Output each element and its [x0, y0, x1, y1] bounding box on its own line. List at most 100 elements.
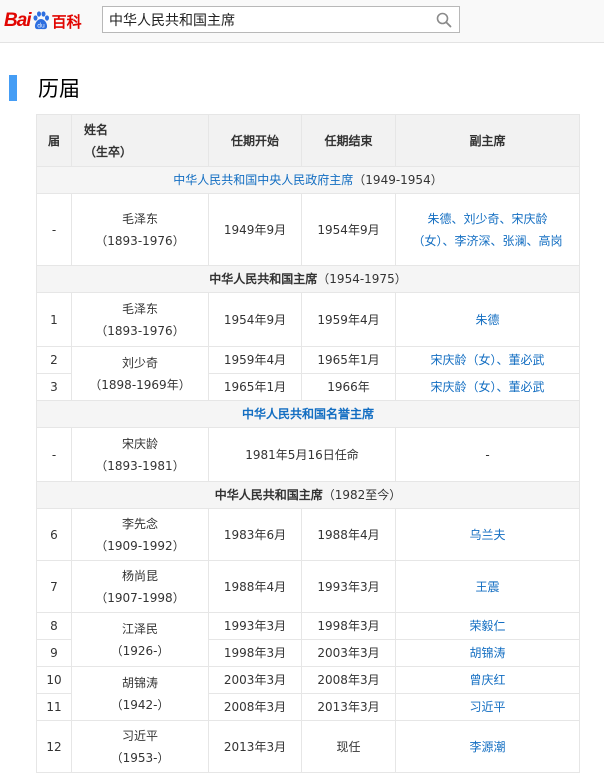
header-end: 任期结束	[301, 114, 396, 167]
baidu-baike-logo[interactable]: Bai du 百科	[4, 8, 82, 34]
term-cell: 11	[36, 693, 72, 721]
end-cell: 1993年3月	[301, 560, 396, 613]
president-name-link[interactable]: 毛泽东	[76, 298, 204, 320]
vice-cell[interactable]: 宋庆龄（女）、董必武	[395, 373, 580, 401]
name-cell: 江泽民 （1926-）	[71, 612, 209, 667]
name-cell: 刘少奇 （1898-1969年）	[71, 346, 209, 401]
end-cell: 1998年3月	[301, 612, 396, 640]
term-cell: 9	[36, 639, 72, 667]
president-name-link[interactable]: 杨尚昆	[76, 565, 204, 587]
vice-cell[interactable]: 宋庆龄（女）、董必武	[395, 346, 580, 374]
table-row: 12 习近平 （1953-） 2013年3月 现任 李源潮	[36, 720, 580, 773]
name-cell: 毛泽东 （1893-1976）	[71, 292, 209, 347]
life-span: （1898-1969年）	[89, 377, 191, 392]
table-row: - 毛泽东 （1893-1976） 1949年9月 1954年9月 朱德、刘少奇、…	[36, 193, 580, 266]
life-span: （1909-1992）	[95, 538, 185, 553]
term-cell: 3	[36, 373, 72, 401]
president-name-link[interactable]: 宋庆龄	[76, 433, 204, 455]
name-cell: 杨尚昆 （1907-1998）	[71, 560, 209, 613]
appointment-cell: 1981年5月16日任命	[208, 427, 396, 482]
vice-cell[interactable]: 朱德	[395, 292, 580, 347]
table-row: 6 李先念 （1909-1992） 1983年6月 1988年4月 乌兰夫	[36, 508, 580, 561]
start-cell: 1949年9月	[208, 193, 302, 266]
section-marker	[9, 75, 17, 101]
logo-du-text: du	[37, 23, 45, 30]
top-bar: Bai du 百科	[0, 0, 604, 43]
group-heading: 中华人民共和国主席（1982至今）	[36, 481, 580, 509]
start-cell: 1998年3月	[208, 639, 302, 667]
group-row: 中华人民共和国名誉主席	[36, 400, 580, 428]
vice-cell[interactable]: 习近平	[395, 693, 580, 721]
group-heading: 中华人民共和国主席（1954-1975）	[36, 265, 580, 293]
start-cell: 2008年3月	[208, 693, 302, 721]
term-cell: 6	[36, 508, 72, 561]
name-cell: 习近平 （1953-）	[71, 720, 209, 773]
life-span: （1893-1981）	[95, 458, 185, 473]
vice-cell[interactable]: 曾庆红	[395, 666, 580, 694]
life-span: （1926-）	[110, 643, 170, 658]
president-name-link[interactable]: 江泽民	[76, 618, 204, 640]
term-cell: 1	[36, 292, 72, 347]
president-name-link[interactable]: 习近平	[76, 725, 204, 747]
end-cell: 现任	[301, 720, 396, 773]
vice-cell[interactable]: 李源潮	[395, 720, 580, 773]
group-years: （1954-1975）	[317, 272, 407, 286]
end-cell: 1959年4月	[301, 292, 396, 347]
start-cell: 1988年4月	[208, 560, 302, 613]
start-cell: 1954年9月	[208, 292, 302, 347]
group-heading: 中华人民共和国中央人民政府主席（1949-1954）	[36, 166, 580, 194]
header-start: 任期开始	[208, 114, 302, 167]
group-row: 中华人民共和国主席（1982至今）	[36, 481, 580, 509]
term-cell: 8	[36, 612, 72, 640]
header-name-label: 姓名	[84, 122, 109, 137]
end-cell: 1965年1月	[301, 346, 396, 374]
vice-cell[interactable]: 荣毅仁	[395, 612, 580, 640]
start-cell: 2003年3月	[208, 666, 302, 694]
search-input[interactable]	[109, 10, 429, 29]
end-cell: 1954年9月	[301, 193, 396, 266]
vice-cell[interactable]: 乌兰夫	[395, 508, 580, 561]
table-header-row: 届 姓名 （生卒） 任期开始 任期结束 副主席	[36, 114, 580, 167]
end-cell: 1988年4月	[301, 508, 396, 561]
group-title-link[interactable]: 中华人民共和国中央人民政府主席	[173, 173, 353, 187]
header-vice: 副主席	[395, 114, 580, 167]
end-cell: 1966年	[301, 373, 396, 401]
name-cell: 宋庆龄 （1893-1981）	[71, 427, 209, 482]
vice-cell[interactable]: 王震	[395, 560, 580, 613]
paw-icon: du	[32, 11, 50, 31]
life-span: （1893-1976）	[95, 323, 185, 338]
president-name-link[interactable]: 李先念	[76, 513, 204, 535]
vice-cell[interactable]: 朱德、刘少奇、宋庆龄（女）、李济深、张澜、高岗	[395, 193, 580, 266]
name-cell: 毛泽东 （1893-1976）	[71, 193, 209, 266]
vice-cell[interactable]: 胡锦涛	[395, 639, 580, 667]
table-row: - 宋庆龄 （1893-1981） 1981年5月16日任命 -	[36, 427, 580, 482]
group-heading: 中华人民共和国名誉主席	[36, 400, 580, 428]
start-cell: 1959年4月	[208, 346, 302, 374]
term-cell: 2	[36, 346, 72, 374]
life-span: （1942-）	[110, 697, 170, 712]
start-cell: 1983年6月	[208, 508, 302, 561]
president-name-link[interactable]: 刘少奇	[76, 352, 204, 374]
table-row: 7 杨尚昆 （1907-1998） 1988年4月 1993年3月 王震	[36, 560, 580, 613]
name-cell: 李先念 （1909-1992）	[71, 508, 209, 561]
group-row: 中华人民共和国中央人民政府主席（1949-1954）	[36, 166, 580, 194]
table-row: 2 刘少奇 （1898-1969年） 1959年4月 1965年1月 宋庆龄（女）…	[36, 346, 580, 401]
header-term: 届	[36, 114, 72, 167]
group-row: 中华人民共和国主席（1954-1975）	[36, 265, 580, 293]
president-name-link[interactable]: 胡锦涛	[76, 672, 204, 694]
table-row: 10 胡锦涛 （1942-） 2003年3月 2008年3月 曾庆红	[36, 666, 580, 721]
end-cell: 2008年3月	[301, 666, 396, 694]
group-years: （1982至今）	[322, 488, 402, 502]
group-title-link[interactable]: 中华人民共和国名誉主席	[242, 407, 374, 421]
section-title: 历届	[38, 77, 80, 101]
table-row: 8 江泽民 （1926-） 1993年3月 1998年3月 荣毅仁	[36, 612, 580, 667]
president-name-link[interactable]: 毛泽东	[76, 208, 204, 230]
life-span: （1893-1976）	[95, 233, 185, 248]
life-span: （1953-）	[110, 750, 170, 765]
logo-bai-text: Bai	[4, 10, 32, 31]
search-icon[interactable]	[435, 11, 453, 29]
start-cell: 1993年3月	[208, 612, 302, 640]
end-cell: 2013年3月	[301, 693, 396, 721]
term-cell: 12	[36, 720, 72, 773]
header-life-label: （生卒）	[84, 144, 133, 159]
